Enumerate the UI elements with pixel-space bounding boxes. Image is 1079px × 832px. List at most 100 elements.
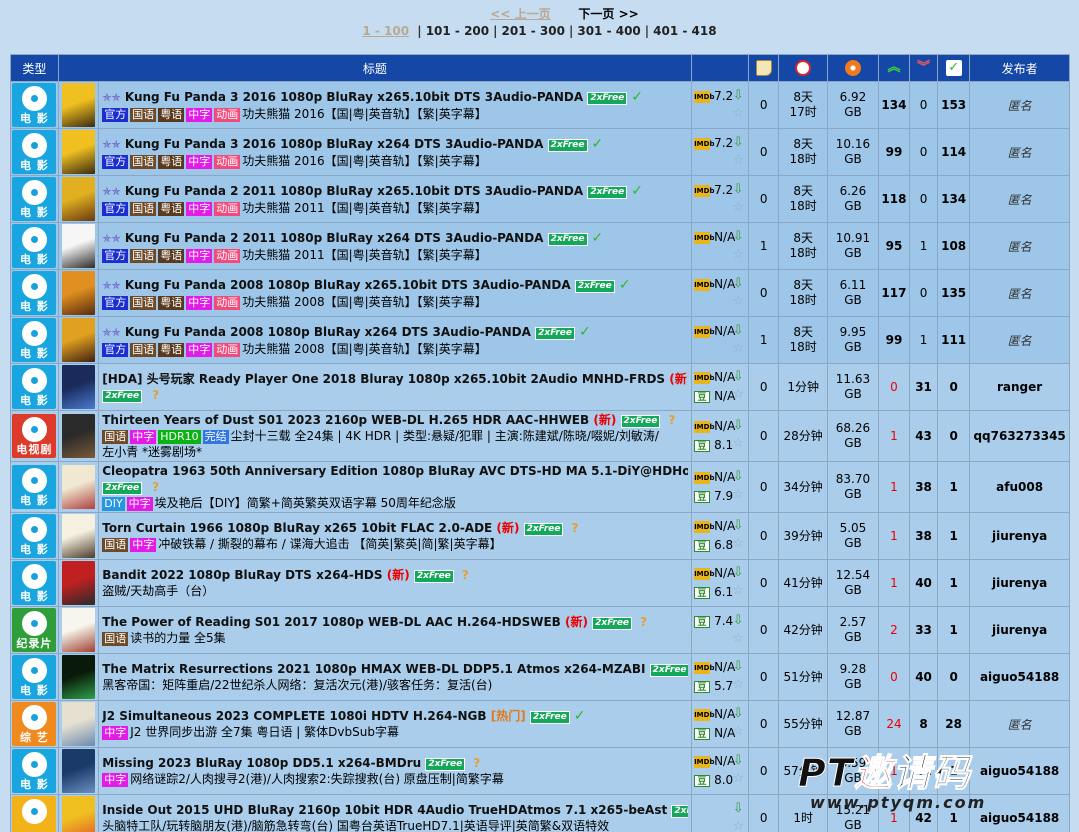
completed-count[interactable]: 135 [937,269,971,317]
completed-count[interactable]: 1 [937,512,971,560]
question-icon[interactable]: ? [152,388,159,402]
category-cell[interactable]: 电 影 [10,461,59,513]
category-badge[interactable]: 电 影 [12,83,57,127]
category-badge[interactable]: 电 影 [12,318,57,362]
poster-image[interactable] [61,702,95,746]
question-icon[interactable]: ? [462,568,469,582]
seeders-count[interactable]: 2 [877,606,911,654]
leechers-count[interactable]: 1 [909,222,939,270]
category-badge[interactable]: 纪录片 [12,608,57,652]
header-comments[interactable] [748,54,780,82]
poster-image[interactable] [61,365,95,409]
completed-count[interactable]: 0 [937,410,971,462]
seeders-count[interactable]: 118 [877,175,911,223]
header-completed[interactable]: ✓ [937,54,971,82]
seeders-count[interactable]: 99 [877,128,911,176]
uploader-name[interactable]: jiurenya [969,559,1070,607]
category-badge[interactable]: 电 影 [12,271,57,315]
completed-count[interactable]: 1 [937,559,971,607]
torrent-title-link[interactable]: J2 Simultaneous 2023 COMPLETE 1080i HDTV… [102,709,486,723]
page-range-link[interactable]: 301 - 400 [577,24,640,38]
seeders-count[interactable]: 0 [877,363,911,411]
uploader-name[interactable]: qq763273345 [969,410,1070,462]
poster-image[interactable] [61,465,95,509]
question-icon[interactable]: ? [152,480,159,494]
poster-image[interactable] [61,130,95,174]
poster-image[interactable] [61,561,95,605]
comments-count[interactable]: 0 [748,410,780,462]
comments-count[interactable]: 0 [748,512,780,560]
next-page-link[interactable]: 下一页 >> [578,7,638,21]
completed-count[interactable]: 1 [937,461,971,513]
uploader-name[interactable]: aiguo54188 [969,653,1070,701]
poster-image[interactable] [61,318,95,362]
category-cell[interactable]: 电 影 [10,653,59,701]
download-icon[interactable]: ⇩ [730,800,746,818]
comments-count[interactable]: 0 [748,700,780,748]
uploader-name[interactable]: jiurenya [969,606,1070,654]
comments-count[interactable]: 0 [748,269,780,317]
category-badge[interactable]: 电 影 [12,177,57,221]
torrent-title-link[interactable]: Kung Fu Panda 3 2016 1080p BluRay x264 D… [125,137,544,151]
poster-image[interactable] [61,796,95,832]
poster-image[interactable] [61,414,95,458]
completed-count[interactable]: 1 [937,606,971,654]
torrent-title-link[interactable]: Kung Fu Panda 2008 1080p BluRay x264 DTS… [125,325,531,339]
header-time[interactable] [778,54,829,82]
header-seeders[interactable]: ︽ [877,54,911,82]
leechers-count[interactable]: 0 [909,269,939,317]
header-leechers[interactable]: ︾ [909,54,939,82]
seeders-count[interactable]: 0 [877,653,911,701]
leechers-count[interactable]: 43 [909,410,939,462]
seeders-count[interactable]: 24 [877,700,911,748]
category-badge[interactable]: 电 影 [12,224,57,268]
leechers-count[interactable]: 40 [909,559,939,607]
poster-image[interactable] [61,749,95,793]
completed-count[interactable]: 0 [937,363,971,411]
comments-count[interactable]: 0 [748,81,780,129]
category-cell[interactable]: 电 影 [10,363,59,411]
category-cell[interactable]: 电视剧 [10,410,59,462]
category-badge[interactable]: 电 影 [12,561,57,605]
category-cell[interactable]: 电 影 [10,81,59,129]
leechers-count[interactable]: 0 [909,81,939,129]
comments-count[interactable]: 0 [748,175,780,223]
torrent-title-link[interactable]: Cleopatra 1963 50th Anniversary Edition … [102,464,688,478]
poster-image[interactable] [61,83,95,127]
completed-count[interactable]: 28 [937,700,971,748]
leechers-count[interactable]: 38 [909,512,939,560]
completed-count[interactable]: 108 [937,222,971,270]
category-badge[interactable]: 电 影 [12,655,57,699]
seeders-count[interactable]: 1 [877,461,911,513]
category-badge[interactable]: 综 艺 [12,702,57,746]
category-cell[interactable]: 电 影 [10,222,59,270]
completed-count[interactable]: 153 [937,81,971,129]
leechers-count[interactable]: 1 [909,316,939,364]
completed-count[interactable]: 134 [937,175,971,223]
leechers-count[interactable]: 33 [909,606,939,654]
seeders-count[interactable]: 117 [877,269,911,317]
uploader-name[interactable]: ranger [969,363,1070,411]
seeders-count[interactable]: 1 [877,559,911,607]
torrent-title-link[interactable]: Kung Fu Panda 2 2011 1080p BluRay x265.1… [125,184,583,198]
leechers-count[interactable]: 0 [909,175,939,223]
poster-image[interactable] [61,655,95,699]
category-cell[interactable]: 电 影 [10,747,59,795]
comments-count[interactable]: 0 [748,794,780,832]
header-size[interactable] [827,54,879,82]
category-cell[interactable]: 纪录片 [10,606,59,654]
question-icon[interactable]: ? [640,615,647,629]
leechers-count[interactable]: 38 [909,461,939,513]
comments-count[interactable]: 0 [748,128,780,176]
torrent-title-link[interactable]: Kung Fu Panda 2 2011 1080p BluRay x264 D… [125,231,544,245]
seeders-count[interactable]: 95 [877,222,911,270]
category-cell[interactable]: 电 影 [10,559,59,607]
bookmark-star-icon[interactable]: ☆ [730,199,746,217]
category-cell[interactable]: 电 影 [10,175,59,223]
comments-count[interactable]: 1 [748,222,780,270]
torrent-title-link[interactable]: Inside Out 2015 UHD BluRay 2160p 10bit H… [102,803,667,817]
comments-count[interactable]: 1 [748,316,780,364]
bookmark-star-icon[interactable]: ☆ [730,246,746,264]
category-badge[interactable]: 电 影 [12,465,57,509]
leechers-count[interactable]: 40 [909,653,939,701]
